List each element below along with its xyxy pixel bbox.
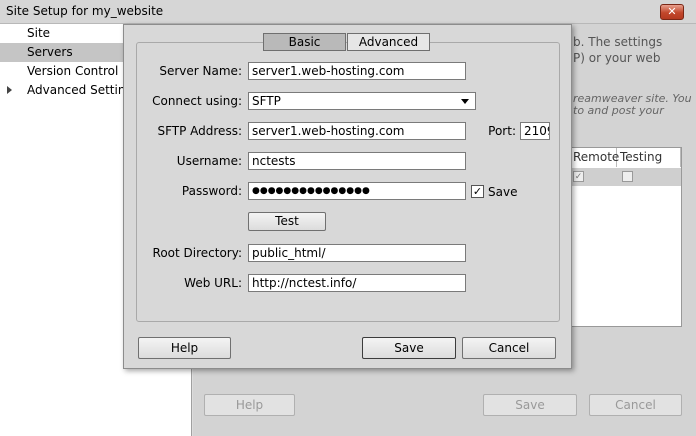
username-label: Username: (176, 154, 242, 168)
sftp-address-label: SFTP Address: (157, 124, 242, 138)
server-name-input[interactable]: server1.web-hosting.com (248, 62, 466, 80)
testing-checkbox[interactable] (622, 171, 633, 182)
help-button[interactable]: Help (138, 337, 231, 359)
username-input[interactable]: nctests (248, 152, 466, 170)
connect-using-label: Connect using: (152, 94, 242, 108)
save-button[interactable]: Save (362, 337, 456, 359)
cancel-button[interactable]: Cancel (462, 337, 556, 359)
sidebar-item-label: Servers (27, 45, 73, 59)
port-input[interactable]: 2109 (520, 122, 550, 140)
port-label: Port: (488, 124, 516, 138)
sftp-address-input[interactable]: server1.web-hosting.com (248, 122, 466, 140)
close-button[interactable]: ✕ (660, 4, 684, 20)
server-list-table: Remote Testing ✓ (570, 147, 682, 327)
background-description-text: b. The settings (573, 35, 663, 49)
table-row[interactable]: ✓ (571, 168, 681, 186)
background-description-text: to and post your (573, 104, 664, 117)
password-input[interactable]: ●●●●●●●●●●●●●●● (248, 182, 466, 200)
column-header-testing[interactable]: Testing (618, 148, 681, 167)
expand-arrow-icon[interactable] (7, 86, 12, 94)
tab-advanced[interactable]: Advanced (347, 33, 430, 51)
password-label: Password: (181, 184, 242, 198)
remote-checkbox[interactable]: ✓ (573, 171, 584, 182)
test-button[interactable]: Test (248, 212, 326, 231)
root-directory-label: Root Directory: (152, 246, 242, 260)
title-bar: Site Setup for my_website ✕ (0, 0, 696, 24)
server-name-label: Server Name: (159, 64, 242, 78)
connect-using-value: SFTP (252, 94, 281, 108)
help-button-background[interactable]: Help (204, 394, 295, 416)
sidebar-item-label: Site (27, 26, 51, 40)
web-url-input[interactable]: http://nctest.info/ (248, 274, 466, 292)
column-header-remote[interactable]: Remote (571, 148, 619, 167)
background-description-text: P) or your web (573, 51, 661, 65)
connect-using-select[interactable]: SFTP (248, 92, 476, 110)
save-password-checkbox[interactable]: ✓ (471, 185, 484, 198)
window-title: Site Setup for my_website (6, 4, 164, 18)
tab-basic[interactable]: Basic (263, 33, 346, 51)
save-button-background[interactable]: Save (483, 394, 577, 416)
web-url-label: Web URL: (184, 276, 242, 290)
save-password-label: Save (488, 185, 518, 199)
root-directory-input[interactable]: public_html/ (248, 244, 466, 262)
sidebar-item-label: Version Control (27, 64, 119, 78)
cancel-button-background[interactable]: Cancel (589, 394, 682, 416)
chevron-down-icon[interactable] (461, 99, 469, 104)
